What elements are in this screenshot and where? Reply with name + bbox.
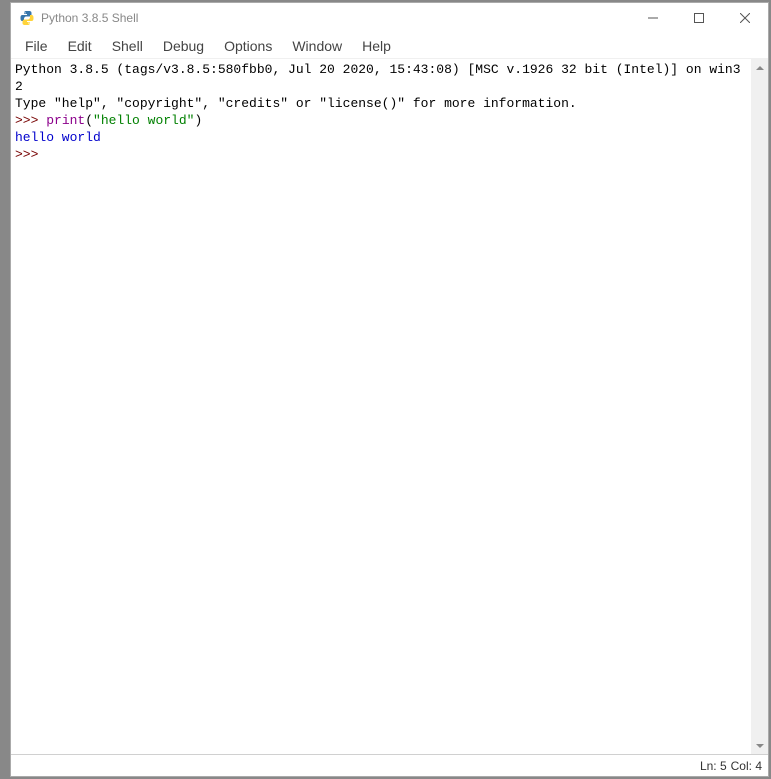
- vertical-scrollbar[interactable]: [751, 59, 768, 754]
- menu-debug[interactable]: Debug: [153, 36, 214, 56]
- menu-options[interactable]: Options: [214, 36, 282, 56]
- banner-line: Type "help", "copyright", "credits" or "…: [15, 96, 577, 111]
- minimize-button[interactable]: [630, 3, 676, 33]
- menu-edit[interactable]: Edit: [58, 36, 102, 56]
- window-title: Python 3.8.5 Shell: [41, 11, 630, 25]
- scroll-down-icon[interactable]: [751, 737, 768, 754]
- code-paren: (: [85, 113, 93, 128]
- titlebar[interactable]: Python 3.8.5 Shell: [11, 3, 768, 33]
- window-controls: [630, 3, 768, 33]
- menu-shell[interactable]: Shell: [102, 36, 153, 56]
- status-col: Col: 4: [731, 759, 762, 773]
- output-line: hello world: [15, 130, 101, 145]
- close-button[interactable]: [722, 3, 768, 33]
- scroll-track[interactable]: [751, 76, 768, 737]
- menu-window[interactable]: Window: [282, 36, 352, 56]
- shell-editor[interactable]: Python 3.8.5 (tags/v3.8.5:580fbb0, Jul 2…: [11, 59, 751, 754]
- menu-help[interactable]: Help: [352, 36, 401, 56]
- statusbar: Ln: 5 Col: 4: [11, 754, 768, 776]
- editor-area: Python 3.8.5 (tags/v3.8.5:580fbb0, Jul 2…: [11, 59, 768, 754]
- prompt: >>>: [15, 113, 46, 128]
- code-func: print: [46, 113, 85, 128]
- menubar: File Edit Shell Debug Options Window Hel…: [11, 33, 768, 59]
- menu-file[interactable]: File: [15, 36, 58, 56]
- code-paren: ): [194, 113, 202, 128]
- status-line: Ln: 5: [700, 759, 727, 773]
- app-window: Python 3.8.5 Shell File Edit Shell Debug…: [10, 2, 769, 777]
- scroll-up-icon[interactable]: [751, 59, 768, 76]
- prompt: >>>: [15, 147, 46, 162]
- code-string: "hello world": [93, 113, 194, 128]
- python-icon: [19, 10, 35, 26]
- banner-line: Python 3.8.5 (tags/v3.8.5:580fbb0, Jul 2…: [15, 62, 741, 94]
- maximize-button[interactable]: [676, 3, 722, 33]
